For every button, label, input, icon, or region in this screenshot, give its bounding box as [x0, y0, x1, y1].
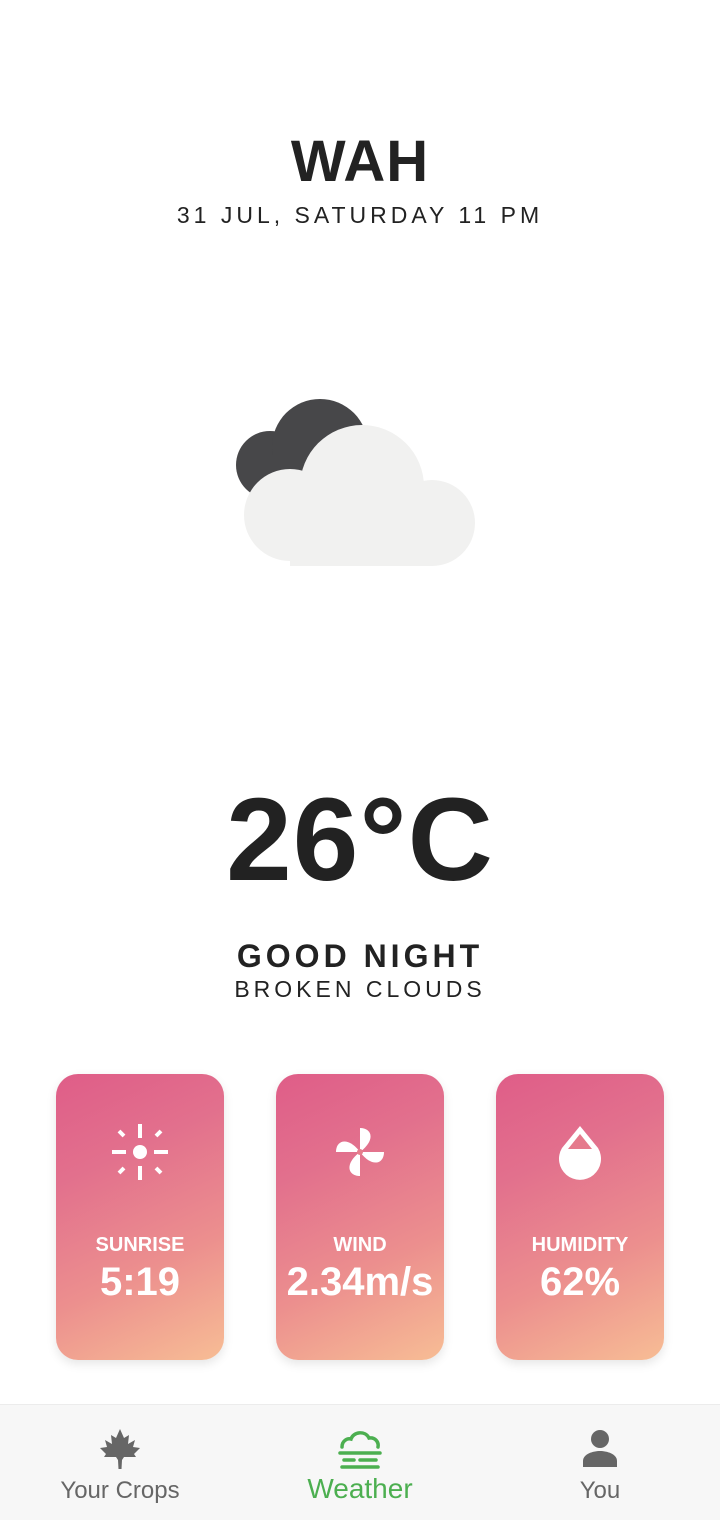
- nav-item-your-crops[interactable]: Your Crops: [0, 1405, 240, 1520]
- sunrise-label: SUNRISE: [95, 1234, 185, 1256]
- bottom-nav: Your Crops Weather You: [0, 1404, 720, 1520]
- droplet-icon: [559, 1126, 601, 1180]
- sun-icon: [112, 1124, 168, 1180]
- nav-item-weather[interactable]: Weather: [240, 1405, 480, 1520]
- nav-label-weather: Weather: [307, 1473, 413, 1504]
- city-name: WAH: [290, 129, 430, 194]
- date-time: 31 JUL, SATURDAY 11 PM: [176, 202, 544, 228]
- wind-value: 2.34m/s: [286, 1260, 434, 1304]
- broken-clouds-night-icon: [236, 399, 475, 566]
- person-icon: [583, 1430, 617, 1467]
- wind-card: WIND 2.34m/s: [276, 1074, 444, 1360]
- wind-label: WIND: [333, 1234, 387, 1256]
- maple-leaf-icon: [100, 1429, 140, 1469]
- nav-label-your-crops: Your Crops: [60, 1477, 180, 1504]
- humidity-label: HUMIDITY: [531, 1234, 629, 1256]
- nav-label-you: You: [579, 1477, 621, 1504]
- sunrise-value: 5:19: [99, 1260, 181, 1304]
- humidity-card: HUMIDITY 62%: [496, 1074, 664, 1360]
- fan-icon: [336, 1128, 384, 1176]
- sunrise-card: SUNRISE 5:19: [56, 1074, 224, 1360]
- weather-screen: WAH 31 JUL, SATURDAY 11 PM 26°C GOOD NIG…: [0, 0, 720, 1520]
- greeting-text: GOOD NIGHT: [236, 938, 484, 974]
- fog-cloud-icon: [338, 1431, 382, 1469]
- humidity-value: 62%: [539, 1260, 621, 1304]
- temperature: 26°C: [226, 774, 494, 906]
- weather-condition: BROKEN CLOUDS: [234, 976, 486, 1002]
- nav-item-you[interactable]: You: [480, 1405, 720, 1520]
